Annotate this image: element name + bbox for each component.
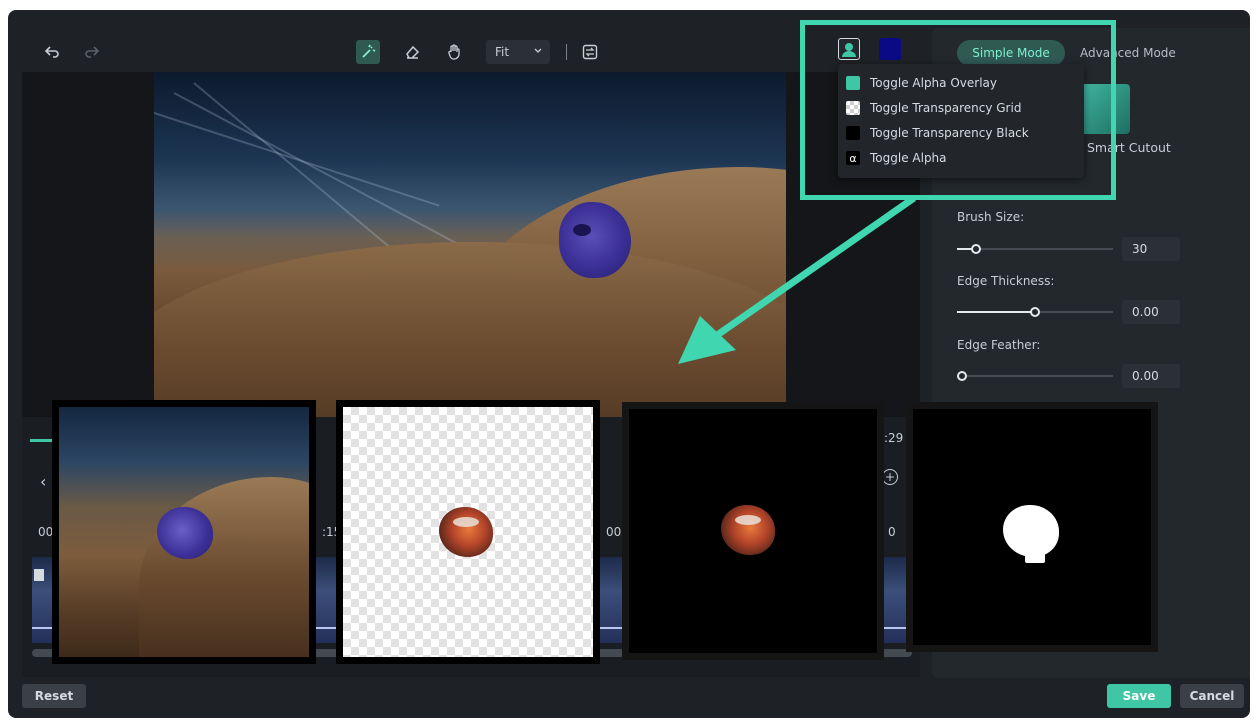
menu-item-label: Toggle Alpha Overlay: [870, 76, 997, 90]
view-mode-menu: Toggle Alpha Overlay Toggle Transparency…: [838, 64, 1084, 178]
zoom-in-icon[interactable]: +: [882, 469, 898, 485]
menu-item-transparency-grid[interactable]: Toggle Transparency Grid: [846, 97, 1021, 119]
chevron-down-icon: [533, 44, 543, 61]
masked-subject: [157, 507, 213, 559]
brush-size-label: Brush Size:: [957, 210, 1025, 224]
menu-item-label: Toggle Alpha: [870, 151, 947, 165]
edge-feather-slider[interactable]: [957, 371, 1113, 381]
reset-button[interactable]: Reset: [22, 684, 86, 708]
zoom-fit-select[interactable]: Fit: [486, 40, 550, 64]
undo-icon[interactable]: [40, 32, 64, 72]
transparency-grid-icon: [846, 101, 860, 115]
preview-transparency-black: [622, 402, 884, 660]
edge-thickness-label: Edge Thickness:: [957, 274, 1055, 288]
callout-arrow: [678, 195, 916, 364]
zoom-fit-label: Fit: [495, 45, 510, 59]
chevron-left-icon[interactable]: ‹: [40, 472, 46, 491]
slider-knob[interactable]: [1030, 307, 1040, 317]
editor-toolbar: Fit: [22, 32, 920, 72]
compare-icon[interactable]: [578, 32, 602, 72]
menu-item-transparency-black[interactable]: Toggle Transparency Black: [846, 122, 1029, 144]
edge-feather-value[interactable]: 0.00: [1122, 364, 1180, 388]
timeline-tick: 00: [38, 525, 54, 539]
slider-knob[interactable]: [971, 244, 981, 254]
preview-alpha-overlay: [52, 400, 316, 664]
cutout-subject: [721, 505, 775, 555]
cutout-subject: [439, 507, 493, 557]
play-icon[interactable]: [34, 569, 44, 581]
light-ray: [173, 92, 493, 263]
brush-size-value[interactable]: 30: [1122, 237, 1180, 261]
redo-icon[interactable]: [80, 32, 104, 72]
hand-icon[interactable]: [442, 32, 466, 72]
menu-item-label: Toggle Transparency Black: [870, 126, 1029, 140]
menu-item-label: Toggle Transparency Grid: [870, 101, 1022, 115]
cancel-button[interactable]: Cancel: [1180, 684, 1244, 708]
alpha-icon: α: [846, 151, 860, 165]
preview-alpha-mask: [906, 402, 1158, 652]
menu-item-alpha[interactable]: α Toggle Alpha: [846, 147, 947, 169]
transparency-black-icon: [846, 126, 860, 140]
playback-progress[interactable]: [30, 439, 52, 442]
alpha-mask-shape: [1003, 505, 1059, 563]
edge-thickness-value[interactable]: 0.00: [1122, 300, 1180, 324]
preview-transparency-grid: [336, 400, 600, 664]
light-ray: [154, 112, 440, 207]
slider-knob[interactable]: [957, 371, 967, 381]
edge-thickness-slider[interactable]: [957, 307, 1113, 317]
eraser-icon[interactable]: [400, 32, 424, 72]
menu-item-alpha-overlay[interactable]: Toggle Alpha Overlay: [846, 72, 997, 94]
masked-subject: [559, 202, 631, 278]
alpha-overlay-icon: [846, 76, 860, 90]
smart-brush-icon[interactable]: [356, 32, 380, 72]
edge-feather-label: Edge Feather:: [957, 338, 1041, 352]
save-button[interactable]: Save: [1107, 684, 1171, 708]
timeline-tick: 0: [888, 525, 896, 539]
end-time: :29: [884, 431, 904, 445]
sand-dune: [139, 477, 309, 657]
toolbar-divider: [566, 44, 567, 60]
brush-size-slider[interactable]: [957, 244, 1113, 254]
